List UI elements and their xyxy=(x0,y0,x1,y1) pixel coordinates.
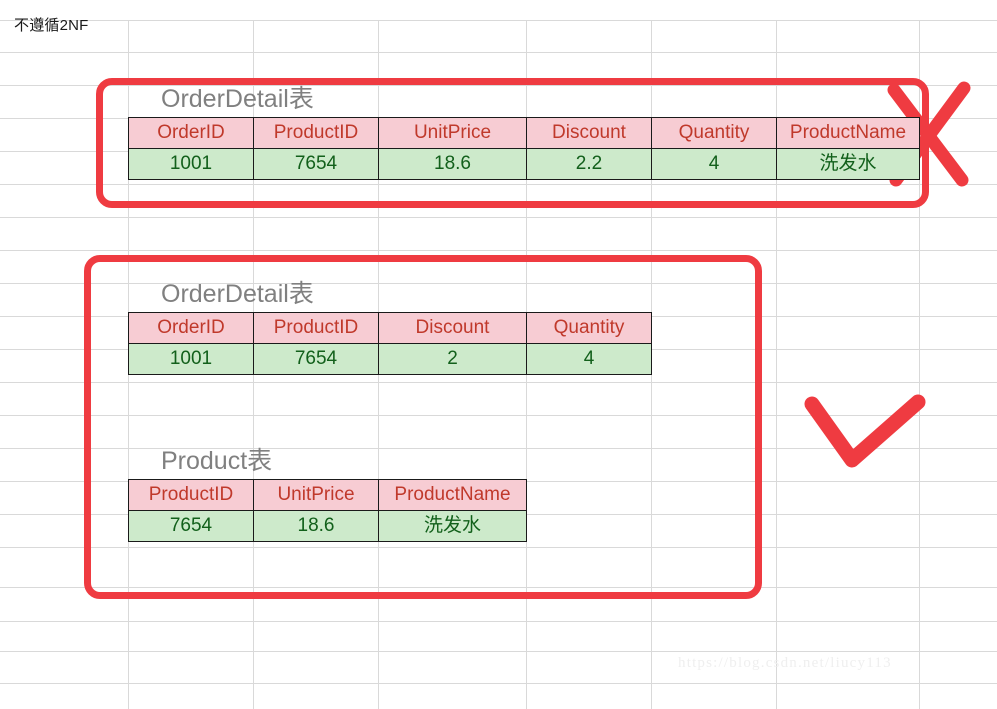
grid-row-line xyxy=(0,52,997,53)
watermark-text: https://blog.csdn.net/liucy113 xyxy=(678,655,892,671)
column-header-orderid: OrderID xyxy=(128,311,254,344)
column-header-productname: ProductName xyxy=(776,116,920,149)
column-header-productid: ProductID xyxy=(253,311,379,344)
grid-row-line xyxy=(0,217,997,218)
cell-quantity: 4 xyxy=(651,147,777,180)
column-header-unitprice: UnitPrice xyxy=(253,478,379,511)
column-header-discount: Discount xyxy=(378,311,527,344)
cell-productname: 洗发水 xyxy=(776,147,920,180)
grid-row-line xyxy=(0,621,997,622)
cell-orderid: 1001 xyxy=(128,147,254,180)
cell-productid: 7654 xyxy=(253,342,379,375)
grid-row-line xyxy=(0,250,997,251)
table-header-row: OrderID ProductID UnitPrice Discount Qua… xyxy=(128,116,920,149)
page-title: 不遵循2NF xyxy=(14,17,89,34)
table-orderdetail-normalized: OrderDetail表 OrderID ProductID Discount … xyxy=(128,280,652,375)
cell-quantity: 4 xyxy=(526,342,652,375)
table-row: 1001 7654 2 4 xyxy=(128,342,652,375)
cell-productname: 洗发水 xyxy=(378,509,527,542)
data-table: ProductID UnitPrice ProductName 7654 18.… xyxy=(128,478,527,542)
grid-row-line xyxy=(0,683,997,684)
column-header-productid: ProductID xyxy=(128,478,254,511)
column-header-quantity: Quantity xyxy=(651,116,777,149)
table-header-row: OrderID ProductID Discount Quantity xyxy=(128,311,652,344)
cell-productid: 7654 xyxy=(253,147,379,180)
column-header-quantity: Quantity xyxy=(526,311,652,344)
data-table: OrderID ProductID Discount Quantity 1001… xyxy=(128,311,652,375)
cell-productid: 7654 xyxy=(128,509,254,542)
cell-orderid: 1001 xyxy=(128,342,254,375)
check-mark-icon xyxy=(804,394,926,468)
cell-discount: 2 xyxy=(378,342,527,375)
column-header-productid: ProductID xyxy=(253,116,379,149)
table-caption: OrderDetail表 xyxy=(161,85,314,113)
table-row: 7654 18.6 洗发水 xyxy=(128,509,527,542)
table-product: Product表 ProductID UnitPrice ProductName… xyxy=(128,447,527,542)
grid-row-line xyxy=(0,651,997,652)
cell-unitprice: 18.6 xyxy=(253,509,379,542)
column-header-orderid: OrderID xyxy=(128,116,254,149)
cell-discount: 2.2 xyxy=(526,147,652,180)
table-orderdetail-denormalized: OrderDetail表 OrderID ProductID UnitPrice… xyxy=(128,85,920,180)
column-header-discount: Discount xyxy=(526,116,652,149)
table-header-row: ProductID UnitPrice ProductName xyxy=(128,478,527,511)
column-header-unitprice: UnitPrice xyxy=(378,116,527,149)
grid-row-line xyxy=(0,20,997,21)
cell-unitprice: 18.6 xyxy=(378,147,527,180)
table-caption: Product表 xyxy=(161,447,273,475)
column-header-productname: ProductName xyxy=(378,478,527,511)
table-row: 1001 7654 18.6 2.2 4 洗发水 xyxy=(128,147,920,180)
table-caption: OrderDetail表 xyxy=(161,280,314,308)
data-table: OrderID ProductID UnitPrice Discount Qua… xyxy=(128,116,920,180)
